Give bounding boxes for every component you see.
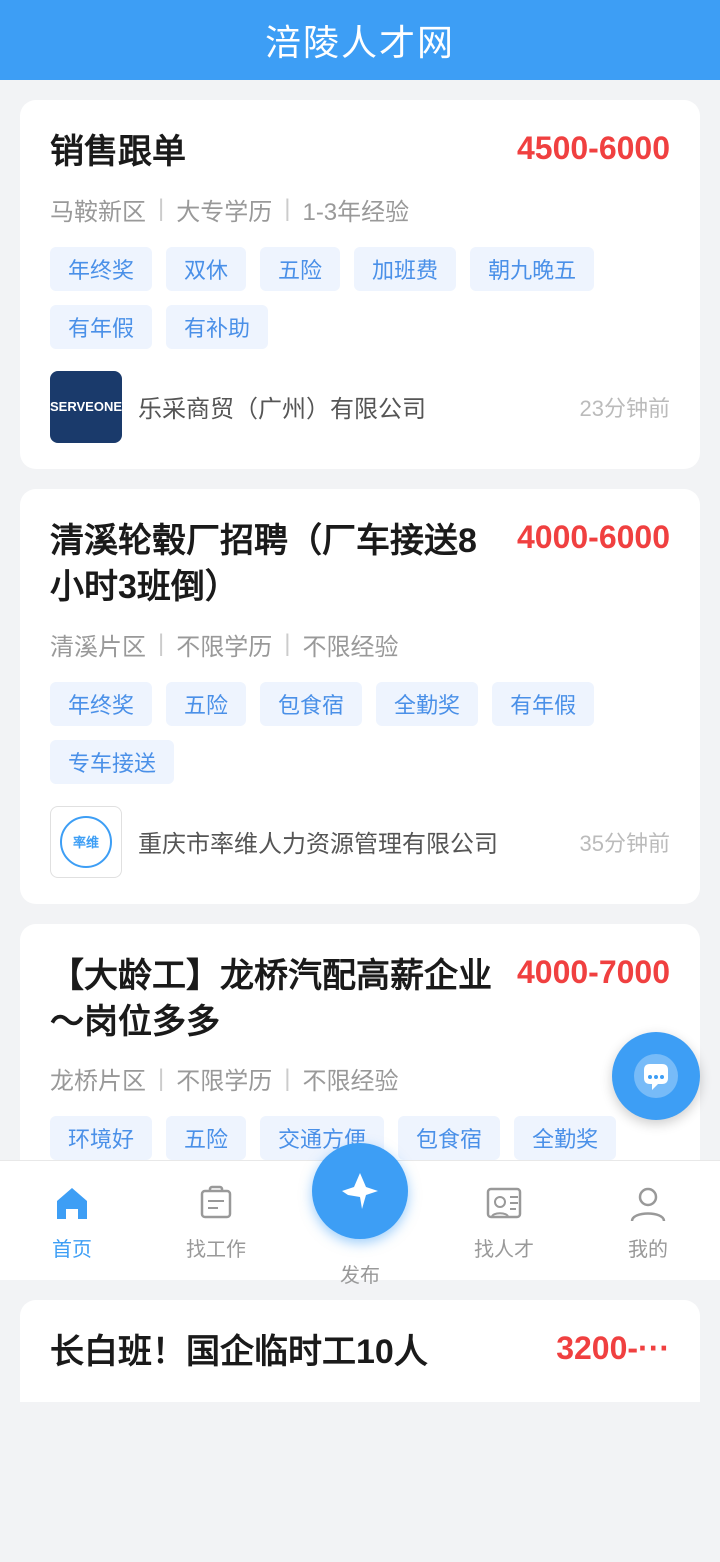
job-title-3: 【大龄工】龙桥汽配高薪企业～岗位多多 bbox=[50, 954, 501, 1046]
company-row-2: 率维 重庆市率维人力资源管理有限公司 35分钟前 bbox=[50, 806, 670, 878]
app-header: 涪陵人才网 bbox=[0, 0, 720, 80]
nav-label-home: 首页 bbox=[52, 1233, 92, 1262]
rate-logo-inner: 率维 bbox=[60, 816, 112, 868]
meta-divider: | bbox=[158, 630, 164, 658]
nav-item-mine[interactable]: 我的 bbox=[576, 1179, 720, 1262]
job-card-top-3: 【大龄工】龙桥汽配高薪企业～岗位多多 4000-7000 bbox=[50, 954, 670, 1046]
job-card-top-2: 清溪轮毂厂招聘（厂车接送8小时3班倒） 4000-6000 bbox=[50, 519, 670, 611]
job-salary-3: 4000-7000 bbox=[517, 954, 670, 991]
company-logo-2: 率维 bbox=[50, 806, 122, 878]
tag-3-4: 全勤奖 bbox=[514, 1116, 616, 1160]
job-salary-1: 4500-6000 bbox=[517, 130, 670, 167]
tag-1-2: 五险 bbox=[260, 247, 340, 291]
find-job-icon bbox=[192, 1179, 240, 1227]
job-card-top-1: 销售跟单 4500-6000 bbox=[50, 130, 670, 176]
tag-2-0: 年终奖 bbox=[50, 682, 152, 726]
nav-item-home[interactable]: 首页 bbox=[0, 1179, 144, 1262]
tag-2-2: 包食宿 bbox=[260, 682, 362, 726]
company-info-2: 率维 重庆市率维人力资源管理有限公司 bbox=[50, 806, 498, 878]
tag-2-3: 全勤奖 bbox=[376, 682, 478, 726]
job-tags-1: 年终奖 双休 五险 加班费 朝九晚五 有年假 有补助 bbox=[50, 247, 670, 349]
job-title-4: 长白班！国企临时工10人 bbox=[50, 1330, 540, 1376]
company-row-1: SERVEONE 乐采商贸（广州）有限公司 23分钟前 bbox=[50, 371, 670, 443]
job-location-1: 马鞍新区 bbox=[50, 192, 146, 227]
company-logo-1: SERVEONE bbox=[50, 371, 122, 443]
bottom-nav: 首页 找工作 发布 bbox=[0, 1160, 720, 1280]
job-experience-1: 1-3年经验 bbox=[302, 192, 409, 227]
nav-label-find-job: 找工作 bbox=[186, 1233, 246, 1262]
tag-2-4: 有年假 bbox=[492, 682, 594, 726]
job-experience-3: 不限经验 bbox=[302, 1061, 398, 1096]
publish-icon bbox=[312, 1153, 408, 1249]
job-tags-2: 年终奖 五险 包食宿 全勤奖 有年假 专车接送 bbox=[50, 682, 670, 784]
nav-item-find-job[interactable]: 找工作 bbox=[144, 1179, 288, 1262]
nav-item-publish[interactable]: 发布 bbox=[288, 1153, 432, 1288]
nav-label-find-talent: 找人才 bbox=[474, 1233, 534, 1262]
job-salary-2: 4000-6000 bbox=[517, 519, 670, 556]
job-card-top-4: 长白班！国企临时工10人 3200-··· bbox=[50, 1330, 670, 1376]
job-title-1: 销售跟单 bbox=[50, 130, 501, 176]
publish-button[interactable] bbox=[312, 1143, 408, 1239]
float-service-button[interactable] bbox=[612, 1032, 700, 1120]
nav-item-find-talent[interactable]: 找人才 bbox=[432, 1179, 576, 1262]
job-salary-4: 3200-··· bbox=[556, 1330, 670, 1367]
company-info-1: SERVEONE 乐采商贸（广州）有限公司 bbox=[50, 371, 426, 443]
job-education-1: 大专学历 bbox=[176, 192, 272, 227]
tag-1-6: 有补助 bbox=[166, 305, 268, 349]
tag-3-1: 五险 bbox=[166, 1116, 246, 1160]
job-meta-1: 马鞍新区 | 大专学历 | 1-3年经验 bbox=[50, 192, 670, 227]
job-card-1[interactable]: 销售跟单 4500-6000 马鞍新区 | 大专学历 | 1-3年经验 年终奖 … bbox=[20, 100, 700, 469]
job-meta-2: 清溪片区 | 不限学历 | 不限经验 bbox=[50, 627, 670, 662]
tag-1-0: 年终奖 bbox=[50, 247, 152, 291]
app-title: 涪陵人才网 bbox=[265, 14, 455, 66]
company-name-2: 重庆市率维人力资源管理有限公司 bbox=[138, 824, 498, 859]
job-experience-2: 不限经验 bbox=[302, 627, 398, 662]
meta-divider: | bbox=[158, 1065, 164, 1093]
meta-divider: | bbox=[284, 630, 290, 658]
mine-icon bbox=[624, 1179, 672, 1227]
tag-3-0: 环境好 bbox=[50, 1116, 152, 1160]
meta-divider: | bbox=[284, 1065, 290, 1093]
time-ago-1: 23分钟前 bbox=[580, 391, 670, 423]
job-education-3: 不限学历 bbox=[176, 1061, 272, 1096]
tag-1-1: 双休 bbox=[166, 247, 246, 291]
nav-label-mine: 我的 bbox=[628, 1233, 668, 1262]
time-ago-2: 35分钟前 bbox=[580, 826, 670, 858]
job-list: 销售跟单 4500-6000 马鞍新区 | 大专学历 | 1-3年经验 年终奖 … bbox=[0, 80, 720, 1562]
meta-divider: | bbox=[158, 195, 164, 223]
job-location-3: 龙桥片区 bbox=[50, 1061, 146, 1096]
tag-1-4: 朝九晚五 bbox=[470, 247, 594, 291]
job-title-2: 清溪轮毂厂招聘（厂车接送8小时3班倒） bbox=[50, 519, 501, 611]
job-card-2[interactable]: 清溪轮毂厂招聘（厂车接送8小时3班倒） 4000-6000 清溪片区 | 不限学… bbox=[20, 489, 700, 904]
find-talent-icon bbox=[480, 1179, 528, 1227]
tag-2-1: 五险 bbox=[166, 682, 246, 726]
company-name-1: 乐采商贸（广州）有限公司 bbox=[138, 389, 426, 424]
job-education-2: 不限学历 bbox=[176, 627, 272, 662]
tag-1-5: 有年假 bbox=[50, 305, 152, 349]
job-meta-3: 龙桥片区 | 不限学历 | 不限经验 bbox=[50, 1061, 670, 1096]
logo-text-1: SERVEONE bbox=[50, 399, 122, 414]
tag-1-3: 加班费 bbox=[354, 247, 456, 291]
home-icon bbox=[48, 1179, 96, 1227]
tag-2-5: 专车接送 bbox=[50, 740, 174, 784]
job-location-2: 清溪片区 bbox=[50, 627, 146, 662]
job-card-4-partial[interactable]: 长白班！国企临时工10人 3200-··· bbox=[20, 1300, 700, 1402]
meta-divider: | bbox=[284, 195, 290, 223]
